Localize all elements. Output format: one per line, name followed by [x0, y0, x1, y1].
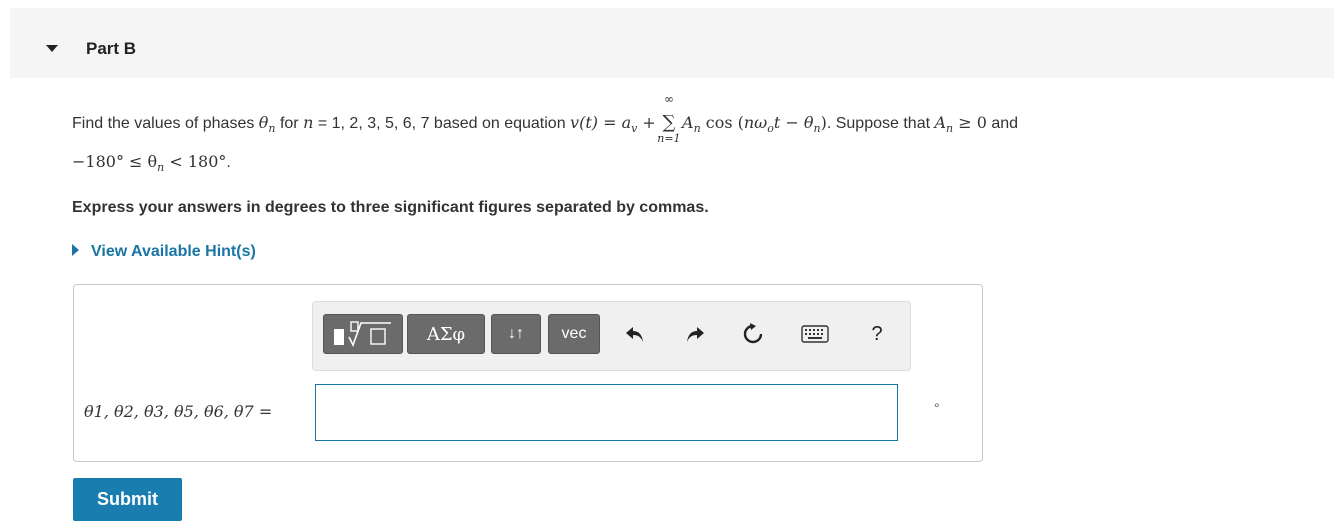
- vector-button[interactable]: vec: [548, 314, 600, 354]
- part-title: Part B: [86, 39, 137, 58]
- answer-input[interactable]: [315, 384, 898, 441]
- subscript-superscript-button[interactable]: ↓↑: [491, 314, 541, 354]
- math-toolbar: ΑΣφ ↓↑ vec ?: [312, 301, 911, 371]
- submit-button[interactable]: Submit: [73, 478, 182, 521]
- help-button[interactable]: ?: [859, 314, 895, 354]
- keyboard-icon[interactable]: [797, 314, 833, 354]
- part-header[interactable]: Part B: [10, 8, 1334, 78]
- equation: v(t) = av + ∞ ∑ n=1 An cos (nωot − θn): [570, 92, 827, 145]
- undo-icon[interactable]: [617, 314, 653, 354]
- answer-label: θ1, θ2, θ3, θ5, θ6, θ7 =: [84, 402, 273, 421]
- question-text-line-2: −180° ≤ θn < 180°.: [72, 152, 231, 175]
- expand-caret-icon: [72, 244, 79, 257]
- templates-button[interactable]: [323, 314, 403, 354]
- question-text-line-1: Find the values of phases θn for n = 1, …: [72, 92, 1019, 145]
- degree-unit: °: [934, 400, 940, 416]
- collapse-caret-icon[interactable]: [46, 45, 58, 52]
- view-hints-link[interactable]: View Available Hint(s): [72, 243, 256, 261]
- instructions: Express your answers in degrees to three…: [72, 199, 709, 216]
- summation: ∞ ∑ n=1: [657, 92, 681, 145]
- greek-symbols-button[interactable]: ΑΣφ: [407, 314, 485, 354]
- redo-icon[interactable]: [677, 314, 713, 354]
- radical-template-icon: [334, 321, 391, 348]
- reset-icon[interactable]: [735, 314, 771, 354]
